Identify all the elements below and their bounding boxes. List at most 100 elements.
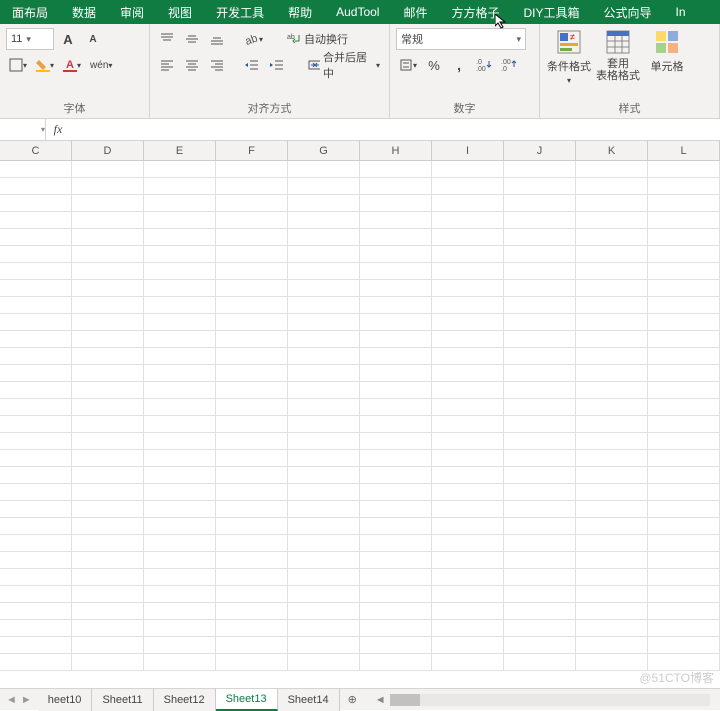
sheet-nav[interactable]: ◄► — [0, 694, 38, 706]
cell[interactable] — [144, 178, 216, 194]
cell[interactable] — [72, 331, 144, 347]
cell[interactable] — [72, 178, 144, 194]
cell[interactable] — [360, 637, 432, 653]
cell[interactable] — [432, 263, 504, 279]
cell[interactable] — [216, 501, 288, 517]
cell[interactable] — [432, 569, 504, 585]
cell[interactable] — [144, 586, 216, 602]
cell[interactable] — [216, 246, 288, 262]
cell[interactable] — [504, 246, 576, 262]
cell[interactable] — [432, 297, 504, 313]
cell[interactable] — [648, 603, 720, 619]
cell[interactable] — [72, 603, 144, 619]
cell[interactable] — [0, 450, 72, 466]
cell[interactable] — [72, 365, 144, 381]
cell[interactable] — [0, 246, 72, 262]
cell[interactable] — [0, 399, 72, 415]
cell[interactable] — [576, 263, 648, 279]
cell[interactable] — [144, 297, 216, 313]
cell[interactable] — [288, 229, 360, 245]
cell[interactable] — [504, 518, 576, 534]
grid-row[interactable] — [0, 518, 720, 535]
cell[interactable] — [360, 399, 432, 415]
cell[interactable] — [144, 535, 216, 551]
cell[interactable] — [576, 297, 648, 313]
cell[interactable] — [216, 229, 288, 245]
cell[interactable] — [432, 518, 504, 534]
cell[interactable] — [504, 501, 576, 517]
cell[interactable] — [72, 501, 144, 517]
cell[interactable] — [576, 501, 648, 517]
menu-tab[interactable]: 审阅 — [108, 0, 156, 24]
accounting-format-button[interactable]: ▾ — [396, 54, 420, 76]
cell[interactable] — [216, 416, 288, 432]
cell[interactable] — [576, 450, 648, 466]
cell[interactable] — [216, 637, 288, 653]
cell[interactable] — [576, 348, 648, 364]
cell[interactable] — [72, 297, 144, 313]
cell[interactable] — [432, 229, 504, 245]
cell[interactable] — [144, 280, 216, 296]
cell[interactable] — [216, 212, 288, 228]
grid-row[interactable] — [0, 552, 720, 569]
cell[interactable] — [648, 484, 720, 500]
grid-row[interactable] — [0, 382, 720, 399]
cell[interactable] — [504, 297, 576, 313]
cell[interactable] — [288, 416, 360, 432]
cell[interactable] — [360, 518, 432, 534]
phonetic-button[interactable]: wén▾ — [87, 54, 115, 76]
cell[interactable] — [360, 535, 432, 551]
cell[interactable] — [0, 382, 72, 398]
cell[interactable] — [432, 620, 504, 636]
cell[interactable] — [288, 586, 360, 602]
cell[interactable] — [504, 552, 576, 568]
cell[interactable] — [432, 399, 504, 415]
cell[interactable] — [288, 365, 360, 381]
cell[interactable] — [360, 654, 432, 670]
cell[interactable] — [72, 484, 144, 500]
cell[interactable] — [648, 399, 720, 415]
cell[interactable] — [648, 246, 720, 262]
cell[interactable] — [504, 654, 576, 670]
cell[interactable] — [216, 365, 288, 381]
decrease-decimal-icon[interactable]: .00.0 — [498, 54, 520, 76]
cell[interactable] — [288, 263, 360, 279]
cell[interactable] — [144, 229, 216, 245]
cell[interactable] — [360, 212, 432, 228]
cell[interactable] — [504, 620, 576, 636]
cell[interactable] — [72, 246, 144, 262]
grid-row[interactable] — [0, 637, 720, 654]
cell[interactable] — [648, 161, 720, 177]
grid-row[interactable] — [0, 212, 720, 229]
cell[interactable] — [0, 297, 72, 313]
cell[interactable] — [216, 280, 288, 296]
cell[interactable] — [360, 297, 432, 313]
horizontal-scrollbar[interactable]: ◄ — [365, 694, 720, 706]
spreadsheet-grid[interactable] — [0, 161, 720, 675]
grid-row[interactable] — [0, 365, 720, 382]
cell[interactable] — [144, 263, 216, 279]
cell[interactable] — [72, 518, 144, 534]
cell[interactable] — [0, 348, 72, 364]
cell[interactable] — [0, 331, 72, 347]
cell[interactable] — [72, 450, 144, 466]
cell[interactable] — [576, 552, 648, 568]
grid-row[interactable] — [0, 263, 720, 280]
cell[interactable] — [144, 365, 216, 381]
cell[interactable] — [576, 365, 648, 381]
cell[interactable] — [360, 586, 432, 602]
cell[interactable] — [144, 212, 216, 228]
cell[interactable] — [0, 229, 72, 245]
cell[interactable] — [648, 382, 720, 398]
cell[interactable] — [72, 416, 144, 432]
grid-row[interactable] — [0, 195, 720, 212]
cell[interactable] — [0, 416, 72, 432]
cell[interactable] — [504, 433, 576, 449]
menu-tab[interactable]: 公式向导 — [592, 0, 664, 24]
cell[interactable] — [144, 314, 216, 330]
column-header[interactable]: H — [360, 141, 432, 160]
cell[interactable] — [72, 348, 144, 364]
column-header[interactable]: C — [0, 141, 72, 160]
cell[interactable] — [0, 212, 72, 228]
menu-tab[interactable]: 数据 — [60, 0, 108, 24]
